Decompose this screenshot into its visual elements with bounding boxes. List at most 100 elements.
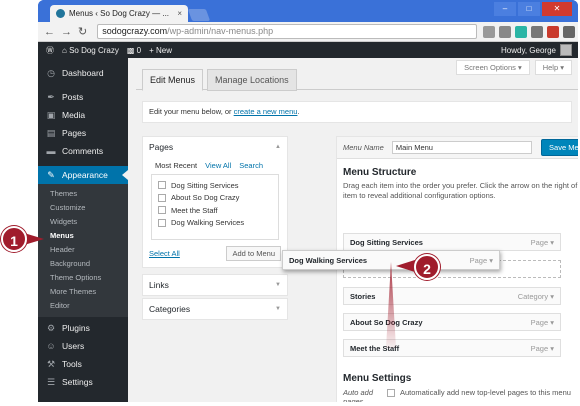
sidebar-item-pages[interactable]: ▤ Pages [38, 124, 128, 142]
sidebar-item-users[interactable]: ☺ Users [38, 337, 128, 355]
sidebar-item-tools[interactable]: ⚒ Tools [38, 355, 128, 373]
settings-icon: ☰ [46, 376, 56, 387]
categories-box[interactable]: Categories ▼ [142, 298, 288, 320]
tab-manage-locations[interactable]: Manage Locations [207, 69, 297, 91]
menu-item-label: Stories [350, 291, 376, 301]
sidebar-item-comments[interactable]: ▬ Comments [38, 142, 128, 160]
submenu-menus[interactable]: Menus [38, 229, 128, 243]
screen-options-button[interactable]: Screen Options ▾ [456, 60, 530, 75]
submenu-widgets[interactable]: Widgets [38, 215, 128, 229]
expand-down-icon[interactable]: ▼ [275, 306, 281, 312]
extension-icons [483, 25, 576, 38]
menu-item-label: About So Dog Crazy [350, 317, 423, 327]
create-menu-link[interactable]: create a new menu [234, 107, 298, 116]
tab-view-all[interactable]: View All [205, 161, 231, 170]
list-item[interactable]: Meet the Staff [158, 204, 272, 217]
sidebar-item-label: Settings [62, 377, 93, 387]
sidebar-item-appearance[interactable]: ✎ Appearance [38, 166, 128, 184]
maximize-button[interactable]: □ [518, 2, 540, 16]
site-name-link[interactable]: ⌂ So Dog Crazy [62, 46, 119, 55]
auto-add-text: Automatically add new top-level pages to… [400, 388, 571, 397]
menu-item[interactable]: Meet the Staff Page [343, 339, 561, 357]
add-to-menu-button[interactable]: Add to Menu [226, 246, 281, 261]
sidebar-item-plugins[interactable]: ⚙ Plugins [38, 319, 128, 337]
sidebar-item-media[interactable]: ▣ Media [38, 106, 128, 124]
list-item[interactable]: Dog Walking Services [158, 217, 272, 230]
submenu-header[interactable]: Header [38, 243, 128, 257]
pages-box-title: Pages [149, 142, 174, 152]
settings-gear-icon[interactable] [531, 25, 544, 38]
auto-add-checkbox[interactable] [387, 389, 395, 397]
browser-tab[interactable]: Menus ‹ So Dog Crazy — ... × [50, 5, 188, 22]
menu-item-type[interactable]: Page [531, 238, 554, 247]
menu-item-type[interactable]: Page [531, 344, 554, 353]
tab-search[interactable]: Search [239, 161, 263, 170]
pages-box-footer: Select All Add to Menu [143, 240, 287, 267]
sidebar-item-label: Dashboard [62, 68, 104, 78]
sidebar-item-dashboard[interactable]: ◷ Dashboard [38, 64, 128, 82]
submenu-background[interactable]: Background [38, 257, 128, 271]
chrome-menu-icon[interactable] [563, 25, 576, 38]
url-input[interactable]: sodogcrazy.com/wp-admin/nav-menus.php [97, 24, 478, 39]
menu-item-type[interactable]: Page [531, 318, 554, 327]
forward-button[interactable]: → [61, 26, 72, 38]
sidebar-item-posts[interactable]: ✒ Posts [38, 88, 128, 106]
sidebar-item-label: Media [62, 110, 86, 120]
sidebar-item-settings[interactable]: ☰ Settings [38, 373, 128, 391]
list-item[interactable]: About So Dog Crazy [158, 192, 272, 205]
collapse-up-icon[interactable]: ▲ [275, 144, 281, 150]
extension-icon[interactable] [499, 25, 512, 38]
star-icon[interactable] [483, 25, 496, 38]
url-path: /wp-admin/nav-menus.php [167, 26, 274, 36]
paintbrush-icon: ✎ [47, 169, 55, 180]
submenu-editor[interactable]: Editor [38, 299, 128, 313]
new-content-link[interactable]: + New [149, 46, 172, 55]
checkbox[interactable] [158, 181, 166, 190]
submenu-customize[interactable]: Customize [38, 201, 128, 215]
pages-box-header[interactable]: Pages ▲ [143, 137, 287, 157]
list-item[interactable]: Dog Sitting Services [158, 179, 272, 192]
menu-name-input[interactable]: Main Menu [391, 141, 532, 154]
lastpass-icon[interactable] [547, 25, 560, 38]
categories-box-title: Categories [149, 304, 191, 314]
minimize-button[interactable]: – [494, 2, 516, 16]
submenu-theme-options[interactable]: Theme Options [38, 271, 128, 285]
back-button[interactable]: ← [44, 26, 55, 38]
comments-link[interactable]: ▩ 0 [127, 46, 141, 55]
page-label: About So Dog Crazy [171, 193, 240, 203]
sidebar-item-label: Users [62, 341, 85, 351]
reload-button[interactable]: ↻ [78, 25, 87, 38]
expand-down-icon[interactable]: ▼ [275, 282, 281, 288]
checkbox[interactable] [158, 218, 166, 227]
plugin-icon: ⚙ [46, 322, 56, 333]
menu-item[interactable]: Dog Sitting Services Page [343, 233, 561, 251]
screen-meta-links: Screen Options ▾ Help ▾ [456, 60, 572, 75]
help-button[interactable]: Help ▾ [534, 60, 572, 75]
comments-count: 0 [136, 45, 142, 55]
menu-item-type[interactable]: Category [518, 292, 554, 301]
tab-edit-menus[interactable]: Edit Menus [142, 69, 204, 91]
close-window-button[interactable]: ✕ [542, 2, 572, 16]
menu-item[interactable]: Stories Category [343, 287, 561, 305]
browser-window: Menus ‹ So Dog Crazy — ... × – □ ✕ ← → ↻… [38, 0, 578, 402]
wordpress-logo-icon[interactable]: Ⓦ [46, 45, 54, 56]
submenu-themes[interactable]: Themes [38, 187, 128, 201]
callout-1: 1 [1, 226, 27, 252]
checkbox[interactable] [158, 206, 166, 215]
menu-item[interactable]: About So Dog Crazy Page [343, 313, 561, 331]
submenu-more-themes[interactable]: More Themes [38, 285, 128, 299]
menu-header: Menu Name Main Menu Save Menu [337, 137, 578, 159]
tab-close-icon[interactable]: × [177, 9, 182, 18]
account-menu[interactable]: Howdy, George [501, 44, 572, 56]
links-box[interactable]: Links ▼ [142, 274, 288, 296]
select-all-link[interactable]: Select All [149, 249, 180, 258]
media-icon: ▣ [46, 109, 56, 120]
menu-item-type[interactable]: Page [470, 256, 493, 265]
tab-title: Menus ‹ So Dog Crazy — ... [69, 9, 170, 18]
new-label: New [156, 45, 173, 55]
new-tab-button[interactable] [187, 9, 211, 21]
save-menu-button[interactable]: Save Menu [541, 139, 578, 156]
c-extension-icon[interactable] [515, 25, 528, 38]
tab-most-recent[interactable]: Most Recent [155, 161, 197, 170]
checkbox[interactable] [158, 193, 166, 202]
